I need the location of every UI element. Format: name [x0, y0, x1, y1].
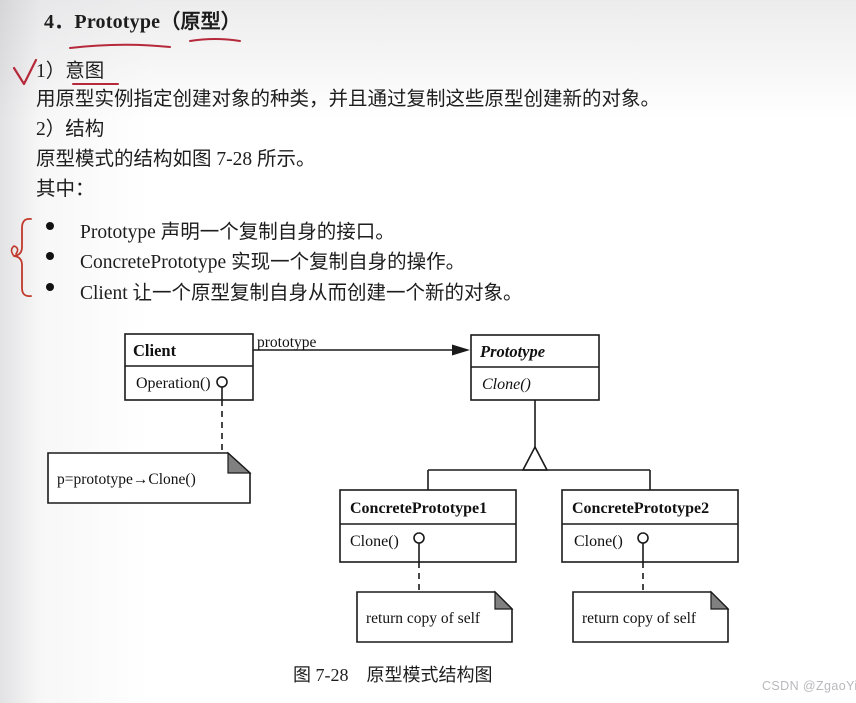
operation-concrete1-clone: Clone()	[350, 533, 399, 550]
generalization-triangle	[521, 445, 549, 471]
figure-caption: 图 7-28 原型模式结构图	[293, 665, 493, 685]
note-text-concrete1: return copy of self	[366, 610, 481, 627]
socket-concrete2-clone	[637, 532, 649, 544]
watermark: CSDN @ZgaoYi	[762, 679, 856, 693]
note-text-client: p=prototype→Clone()	[57, 471, 196, 488]
socket-concrete1-clone	[413, 532, 425, 544]
socket-client-operation	[216, 376, 228, 388]
association-label-prototype: prototype	[257, 334, 317, 351]
document-page: 4．Prototype（原型） 1）意图 用原型实例指定创建对象的种类，并且通过…	[0, 0, 856, 703]
class-name-concreteprototype2: ConcretePrototype2	[572, 500, 709, 517]
class-name-prototype: Prototype	[479, 342, 545, 361]
note-text-concrete2: return copy of self	[582, 610, 697, 627]
operation-prototype-clone: Clone()	[482, 376, 531, 393]
uml-class-diagram: Client Operation() Prototype Clone() Con…	[47, 333, 739, 643]
class-name-concreteprototype1: ConcretePrototype1	[350, 500, 487, 517]
operation-client-operation: Operation()	[136, 375, 211, 392]
class-name-client: Client	[133, 341, 177, 360]
association-arrowhead	[452, 344, 470, 356]
operation-concrete2-clone: Clone()	[574, 533, 623, 550]
